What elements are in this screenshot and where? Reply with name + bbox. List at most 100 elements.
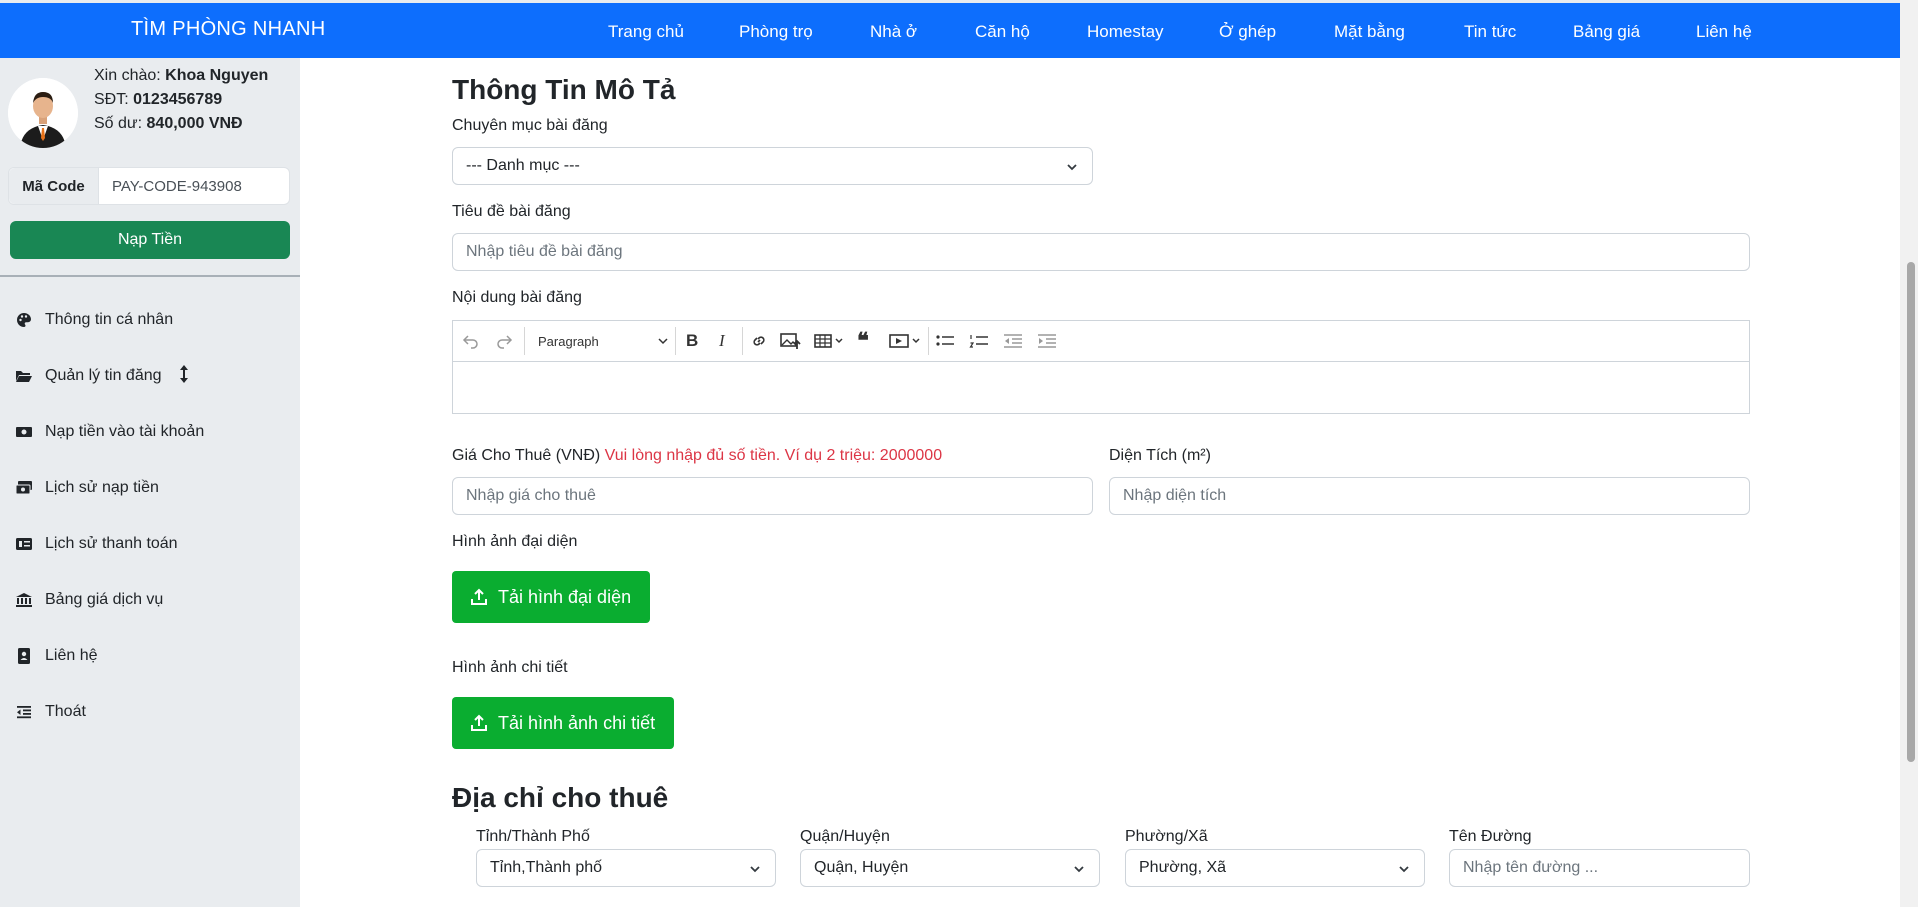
bulleted-list-icon[interactable] — [935, 331, 955, 351]
balance-label: Số dư: — [94, 115, 143, 132]
category-label: Chuyên mục bài đăng — [452, 117, 608, 134]
money-bills-icon — [15, 479, 33, 497]
phone-label: SĐT: — [94, 91, 129, 108]
content-label: Nội dung bài đăng — [452, 289, 582, 306]
outdent-icon[interactable] — [1003, 331, 1023, 351]
nav-bang-gia[interactable]: Bảng giá — [1573, 22, 1640, 42]
greeting: Xin chào: Khoa Nguyen — [94, 67, 268, 85]
nav-tin-tuc[interactable]: Tin tức — [1464, 22, 1516, 42]
chevron-down-icon — [749, 862, 761, 880]
upload-cover-label: Tải hình đại diện — [498, 586, 632, 607]
sidebar-item-topup[interactable]: Nạp tiền vào tài khoản — [15, 420, 204, 444]
nav-o-ghep[interactable]: Ở ghép — [1219, 22, 1276, 42]
chevron-down-icon — [658, 334, 668, 349]
avatar — [8, 78, 78, 148]
nav-nha-o[interactable]: Nhà ở — [870, 22, 917, 42]
section-title-address: Địa chỉ cho thuê — [452, 782, 669, 813]
sidebar-item-label: Lịch sử nạp tiền — [45, 479, 159, 496]
sidebar-item-topup-history[interactable]: Lịch sử nạp tiền — [15, 476, 159, 500]
nav-homestay[interactable]: Homestay — [1087, 22, 1164, 42]
street-input[interactable]: Nhập tên đường ... — [1449, 849, 1750, 887]
price-hint: Vui lòng nhập đủ số tiền. Ví dụ 2 triệu:… — [604, 447, 943, 464]
ward-select-value: Phường, Xã — [1139, 859, 1227, 876]
indent-icon[interactable] — [1037, 331, 1057, 351]
toolbar-divider — [675, 327, 676, 355]
price-input[interactable]: Nhập giá cho thuê — [452, 477, 1093, 515]
greeting-label: Xin chào: — [94, 67, 161, 84]
table-icon[interactable] — [814, 331, 846, 351]
sidebar-divider — [0, 275, 300, 277]
chevron-down-icon — [1398, 862, 1410, 880]
toolbar-divider — [524, 327, 525, 355]
money-check-icon — [15, 535, 33, 553]
rich-text-editor: Paragraph B I ❝ — [452, 320, 1750, 414]
toolbar-divider — [928, 327, 929, 355]
bold-icon[interactable]: B — [686, 331, 698, 351]
sidebar-item-label: Thông tin cá nhân — [45, 311, 174, 328]
blockquote-icon[interactable]: ❝ — [857, 328, 869, 353]
nav-phong-tro[interactable]: Phòng trọ — [739, 22, 813, 42]
pay-code-value[interactable]: PAY-CODE-943908 — [99, 168, 242, 204]
district-select-value: Quận, Huyện — [814, 859, 909, 876]
image-upload-icon[interactable] — [780, 331, 802, 351]
section-title-description: Thông Tin Mô Tả — [452, 74, 676, 105]
media-embed-icon[interactable] — [889, 331, 923, 351]
address-book-icon — [15, 647, 33, 665]
nav-can-ho[interactable]: Căn hộ — [975, 22, 1030, 42]
outdent-icon — [15, 703, 33, 721]
folder-open-icon — [15, 367, 33, 385]
sidebar-item-manage-posts[interactable]: Quản lý tin đăng — [15, 364, 190, 388]
upload-detail-button[interactable]: Tải hình ảnh chi tiết — [452, 697, 675, 749]
sidebar-item-label: Bảng giá dịch vụ — [45, 591, 164, 608]
paragraph-format-dropdown[interactable]: Paragraph — [538, 331, 668, 351]
pay-code-label: Mã Code — [9, 168, 99, 204]
sidebar-item-pricing[interactable]: Bảng giá dịch vụ — [15, 588, 163, 612]
sidebar-item-logout[interactable]: Thoát — [15, 700, 86, 724]
sidebar-item-profile[interactable]: Thông tin cá nhân — [15, 308, 173, 332]
nav-lien-he[interactable]: Liên hệ — [1696, 22, 1752, 42]
sidebar-item-label: Quản lý tin đăng — [45, 367, 162, 384]
link-icon[interactable] — [750, 331, 768, 351]
money-bill-icon — [15, 423, 33, 441]
nav-mat-bang[interactable]: Mặt bằng — [1334, 22, 1405, 42]
area-input[interactable]: Nhập diện tích — [1109, 477, 1750, 515]
user-name: Khoa Nguyen — [165, 67, 269, 84]
pay-code-field: Mã Code PAY-CODE-943908 — [8, 167, 290, 205]
top-navbar: TÌM PHÒNG NHANH Trang chủ Phòng trọ Nhà … — [0, 0, 1900, 58]
upload-detail-label: Tải hình ảnh chi tiết — [498, 712, 656, 733]
page-scrollbar-thumb[interactable] — [1907, 262, 1915, 762]
sidebar-item-payment-history[interactable]: Lịch sử thanh toán — [15, 532, 178, 556]
italic-icon[interactable]: I — [719, 331, 725, 351]
province-select[interactable]: Tỉnh,Thành phố — [476, 849, 776, 887]
price-label-text: Giá Cho Thuê (VNĐ) — [452, 447, 601, 464]
street-label: Tên Đường — [1449, 828, 1532, 845]
ward-select[interactable]: Phường, Xã — [1125, 849, 1425, 887]
expand-arrows-icon[interactable] — [178, 364, 190, 389]
sidebar-item-label: Liên hệ — [45, 647, 98, 664]
sidebar-item-label: Nạp tiền vào tài khoản — [45, 423, 205, 440]
upload-cover-button[interactable]: Tải hình đại diện — [452, 571, 651, 623]
upload-icon — [471, 714, 487, 731]
upload-icon — [471, 588, 487, 605]
category-select-value: --- Danh mục --- — [466, 157, 580, 174]
category-select[interactable]: --- Danh mục --- — [452, 147, 1093, 185]
title-input[interactable]: Nhập tiêu đề bài đăng — [452, 233, 1750, 271]
editor-content-area[interactable] — [453, 362, 1749, 415]
balance-row: Số dư: 840,000 VNĐ — [94, 115, 243, 133]
detail-images-label: Hình ảnh chi tiết — [452, 659, 568, 676]
redo-icon[interactable] — [495, 331, 513, 351]
building-columns-icon — [15, 591, 33, 609]
ward-label: Phường/Xã — [1125, 828, 1208, 845]
district-select[interactable]: Quận, Huyện — [800, 849, 1100, 887]
main-nav: Trang chủ Phòng trọ Nhà ở Căn hộ Homesta… — [0, 22, 1900, 46]
numbered-list-icon[interactable] — [969, 331, 989, 351]
nav-trang-chu[interactable]: Trang chủ — [608, 22, 684, 42]
phone-value: 0123456789 — [133, 91, 223, 108]
sidebar-item-label: Lịch sử thanh toán — [45, 535, 178, 552]
topup-button[interactable]: Nạp Tiền — [10, 221, 290, 259]
sidebar-item-contact[interactable]: Liên hệ — [15, 644, 98, 668]
phone-row: SĐT: 0123456789 — [94, 91, 222, 109]
district-label: Quận/Huyện — [800, 828, 890, 845]
undo-icon[interactable] — [462, 331, 480, 351]
area-label: Diện Tích (m²) — [1109, 447, 1211, 464]
